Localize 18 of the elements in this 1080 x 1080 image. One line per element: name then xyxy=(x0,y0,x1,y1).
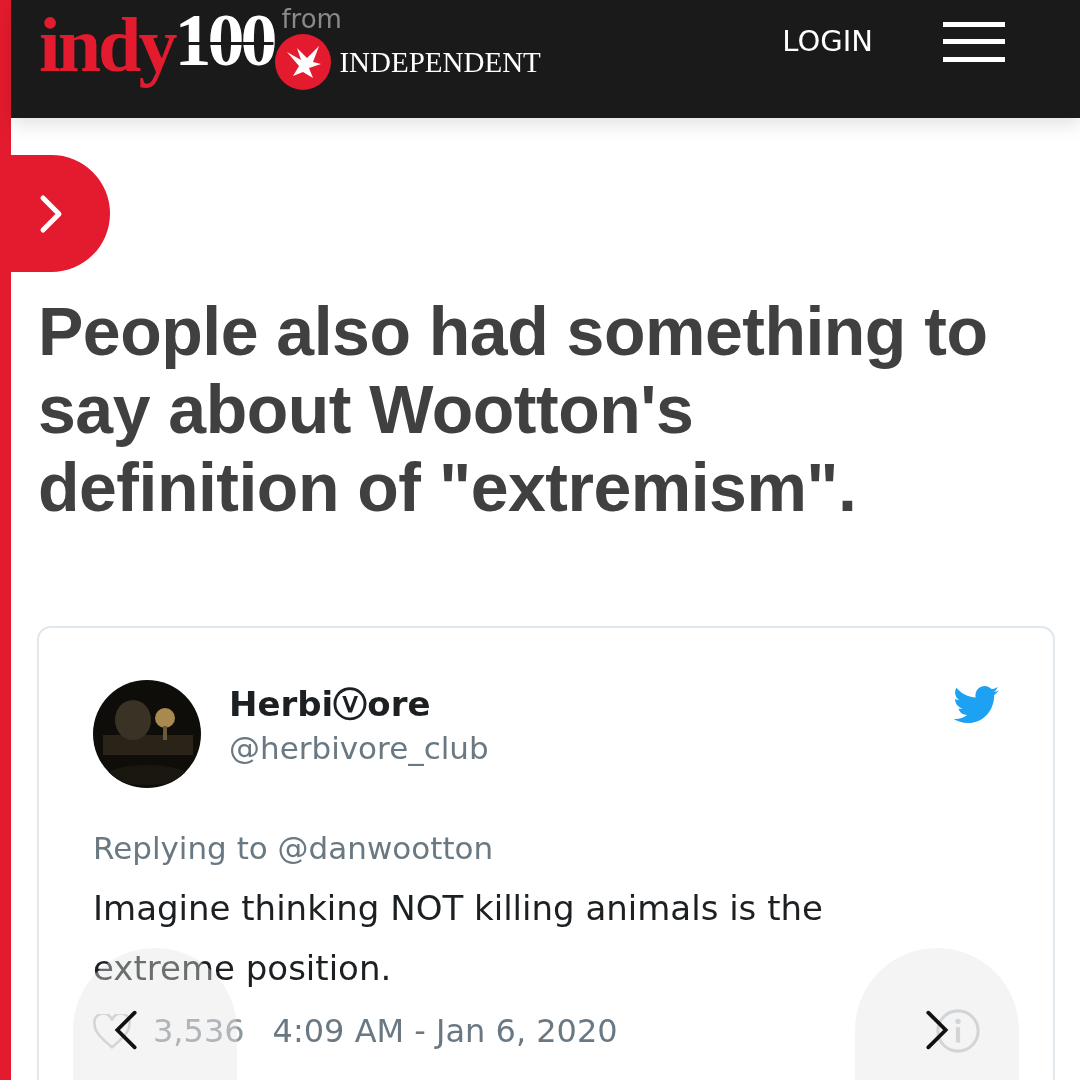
from-label: from xyxy=(281,4,343,34)
logo-word[interactable]: indy xyxy=(39,4,175,86)
user-handle[interactable]: @herbivore_club xyxy=(229,726,489,770)
login-link[interactable]: LOGIN xyxy=(782,24,873,58)
headline: People also had something to say about Wootton's definition of "extremism". xyxy=(38,292,989,526)
chevron-left-icon xyxy=(113,1008,139,1052)
heart-icon[interactable] xyxy=(93,1013,131,1049)
info-icon[interactable] xyxy=(935,1008,981,1054)
menu-icon[interactable] xyxy=(943,22,1005,62)
user-name[interactable]: Herbiⓥore xyxy=(229,682,489,726)
bird-icon[interactable] xyxy=(953,686,999,724)
chevron-right-icon xyxy=(39,193,63,234)
publisher-name: INDEPENDENT xyxy=(339,46,541,78)
replying-to-text: Replying to @danwootton xyxy=(93,829,495,868)
tweet-timestamp[interactable]: 4:09 AM - Jan 6, 2020 xyxy=(272,1012,618,1050)
tweet-text: Imagine thinking NOT killing animals is the extreme position. xyxy=(93,887,824,990)
chevron-right-icon xyxy=(924,1008,950,1052)
like-count: 3,536 xyxy=(153,1012,245,1050)
